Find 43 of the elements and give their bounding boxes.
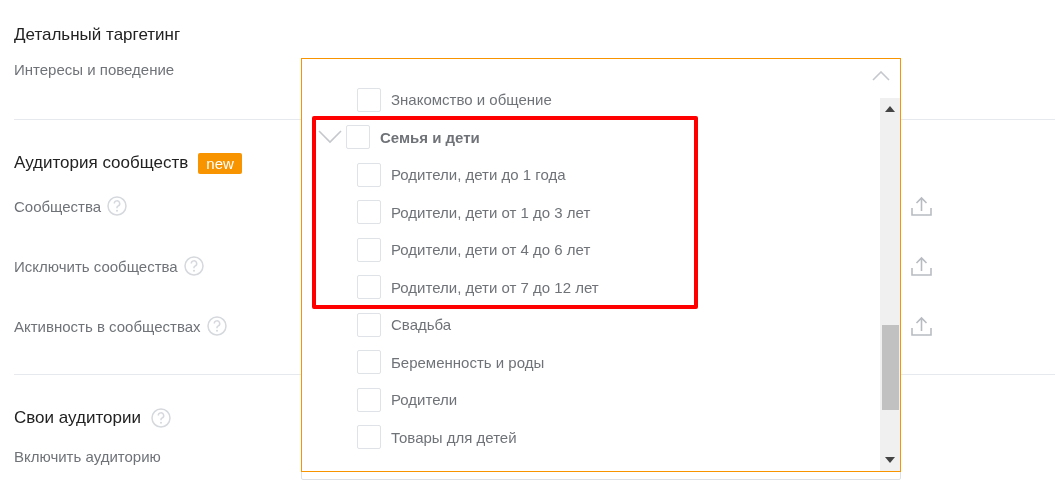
field-label: Сообщества [14,197,102,215]
checkbox[interactable] [357,387,381,412]
upload-icon[interactable] [910,255,932,277]
option-label[interactable]: Семья и дети [380,128,480,146]
scrollbar-thumb[interactable] [882,325,899,410]
upload-icon[interactable] [910,315,932,337]
field-label: Исключить сообщества [14,257,178,275]
checkbox[interactable] [346,125,370,150]
chevron-icon[interactable] [318,130,342,145]
option-label[interactable]: Беременность и роды [391,353,545,371]
field-label: Включить аудиторию [14,447,161,465]
section-title: Свои аудитории [14,408,141,428]
checkbox[interactable] [357,425,381,450]
checkbox[interactable] [357,237,381,262]
new-badge: new [198,152,242,174]
checkbox[interactable] [357,275,381,300]
help-icon[interactable] [107,196,128,216]
interests-dropdown[interactable]: Знакомство и общение Семья и дети Родители, дети до 1 года Родители, дети от 1 до 3 лет Родители, дети от 4 до 6 лет Родители, дети от 7 до 12 лет Свадьба Беременность и роды Родители Товары для детей [301,58,901,472]
option-label[interactable]: Родители, дети до 1 года [391,166,566,184]
field-label: Интересы и поведение [14,60,175,78]
checkbox[interactable] [357,200,381,225]
upload-icon[interactable] [910,195,932,217]
field-label: Активность в сообществах [14,317,201,335]
help-icon[interactable] [183,256,204,276]
scroll-down-icon[interactable] [885,457,895,463]
checkbox[interactable] [357,87,381,112]
chevron-up-icon[interactable] [872,71,890,81]
scroll-up-icon[interactable] [885,106,895,112]
option-label[interactable]: Свадьба [391,316,452,334]
help-icon[interactable] [150,408,171,428]
option-label[interactable]: Родители, дети от 7 до 12 лет [391,278,599,296]
option-label[interactable]: Родители, дети от 4 до 6 лет [391,241,591,259]
section-title: Детальный таргетинг [14,25,181,45]
scrollbar[interactable] [880,98,900,471]
help-icon[interactable] [206,316,227,336]
checkbox[interactable] [357,350,381,375]
checkbox[interactable] [357,162,381,187]
checkbox[interactable] [357,312,381,337]
option-label[interactable]: Товары для детей [391,428,517,446]
option-label[interactable]: Родители, дети от 1 до 3 лет [391,203,591,221]
option-label[interactable]: Знакомство и общение [391,91,552,109]
section-title: Аудитория сообществ [14,153,189,173]
option-label[interactable]: Родители [391,391,458,409]
